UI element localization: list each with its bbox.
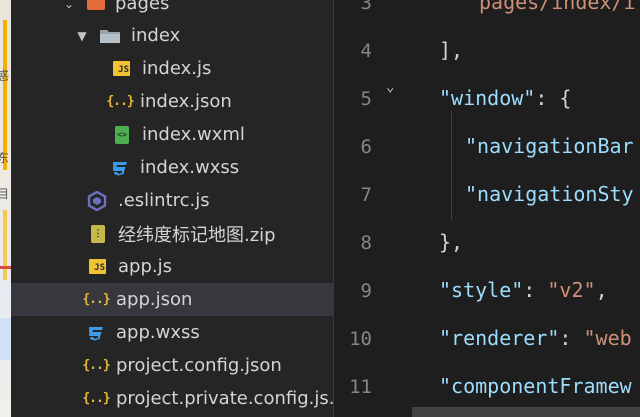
json-file-icon: {..} [82, 292, 110, 307]
map-water [0, 318, 11, 360]
code-line: "renderer": "web [439, 326, 632, 350]
tree-item-label: project.private.config.js... [116, 388, 333, 409]
tree-folder-pages[interactable]: ⌄ pages [11, 0, 333, 20]
map-label: 目 [0, 187, 10, 201]
tree-file-index-wxss[interactable]: index.wxss [11, 151, 333, 184]
tree-file-index-json[interactable]: {..} index.json [11, 85, 333, 118]
chevron-down-icon[interactable]: ▼ [74, 28, 90, 44]
fold-chevron-icon[interactable]: ⌄ [386, 79, 394, 95]
map-label: 惑 [0, 69, 10, 83]
map-red-line [0, 266, 11, 269]
map-road [3, 20, 7, 170]
line-number: 7 [360, 184, 372, 206]
json-file-icon: {..} [82, 391, 110, 406]
tree-file-app-json[interactable]: {..} app.json [11, 283, 333, 316]
json-file-icon: {..} [82, 358, 110, 373]
wxss-file-icon [109, 157, 131, 179]
wxml-file-icon: <> [115, 125, 129, 144]
folder-icon [99, 28, 121, 44]
line-number: 3 [360, 0, 372, 14]
line-number: 6 [360, 136, 372, 158]
file-explorer: ⌄ pages ▼ index JS index.js {..} index.j… [11, 0, 333, 417]
line-number: 5 [360, 88, 372, 110]
line-number: 10 [349, 328, 372, 350]
tree-item-label: index.wxss [140, 157, 240, 178]
tree-file-project-private-config[interactable]: {..} project.private.config.js... [11, 382, 333, 415]
line-number: 4 [360, 40, 372, 62]
tree-item-label: index [131, 25, 181, 46]
tree-file-app-js[interactable]: JS app.js [11, 250, 333, 283]
tree-item-label: app.js [118, 256, 172, 277]
code-line: }, [439, 230, 464, 254]
map-label: 东 [0, 151, 10, 165]
eslint-file-icon [87, 190, 107, 211]
code-line: pages/index/i [479, 0, 636, 14]
js-file-icon: JS [89, 259, 106, 274]
tree-item-label: .eslintrc.js [118, 190, 210, 211]
background-map-strip: 惑 东 目 [0, 0, 11, 417]
horizontal-scrollbar[interactable] [412, 407, 640, 417]
line-number: 8 [360, 232, 372, 254]
tree-item-label: project.config.json [116, 355, 282, 376]
tree-item-label: pages [115, 0, 170, 14]
chevron-down-icon[interactable]: ⌄ [61, 0, 77, 12]
code-line: "componentFramew [439, 374, 632, 398]
js-file-icon: JS [113, 61, 130, 76]
tree-file-project-config[interactable]: {..} project.config.json [11, 349, 333, 382]
line-number: 11 [349, 376, 372, 398]
wxss-file-icon [85, 322, 107, 344]
tree-folder-index[interactable]: ▼ index [11, 19, 333, 52]
code-editor[interactable]: 3 4 5 6 7 8 9 10 11 ⌄ pages/index/i ], "… [334, 0, 640, 417]
indent-guide [451, 110, 452, 220]
code-line: "style": "v2", [439, 278, 608, 302]
tree-file-eslintrc[interactable]: .eslintrc.js [11, 184, 333, 217]
json-file-icon: {..} [106, 94, 134, 109]
map-road [3, 210, 7, 280]
tree-item-label: 经纬度标记地图.zip [118, 224, 276, 246]
zip-file-icon: ⋮ [91, 224, 105, 243]
tree-file-index-wxml[interactable]: <> index.wxml [11, 118, 333, 151]
tree-file-index-js[interactable]: JS index.js [11, 52, 333, 85]
line-number: 9 [360, 280, 372, 302]
code-line: ], [439, 38, 464, 62]
tree-item-label: app.json [116, 289, 193, 310]
tree-item-label: index.wxml [142, 124, 245, 145]
tree-item-label: index.js [142, 58, 212, 79]
code-line: "window": { [439, 86, 572, 110]
pages-folder-icon [87, 0, 105, 10]
code-line: "navigationBar [465, 134, 634, 158]
tree-item-label: app.wxss [116, 322, 200, 343]
tree-file-zip[interactable]: ⋮ 经纬度标记地图.zip [11, 217, 333, 250]
tree-item-label: index.json [140, 91, 232, 112]
tree-file-app-wxss[interactable]: app.wxss [11, 316, 333, 349]
code-line: "navigationSty [465, 182, 634, 206]
